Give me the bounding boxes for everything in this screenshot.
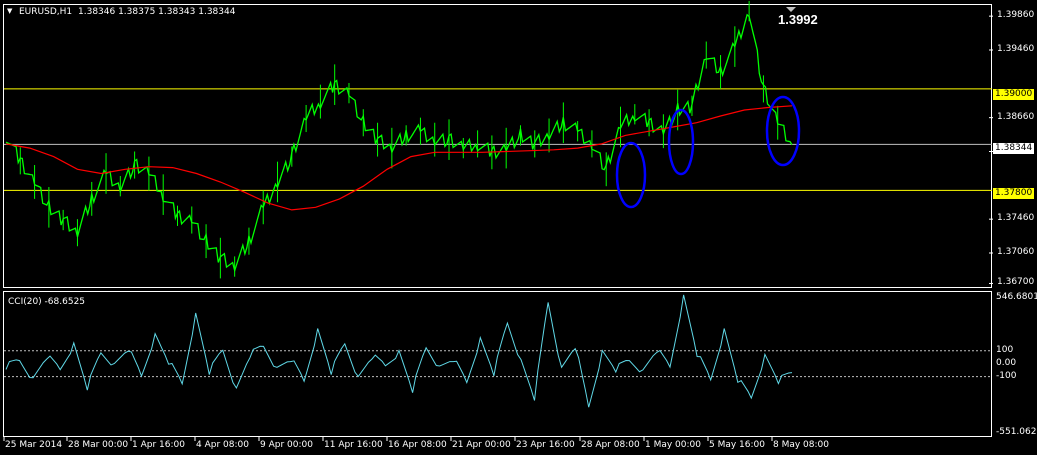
chart-menu-arrow-icon[interactable]: ▼	[7, 7, 12, 15]
time-axis-label: 1 May 00:00	[645, 440, 701, 450]
time-axis-label: 21 Apr 00:00	[452, 440, 511, 450]
time-axis-label: 11 Apr 16:00	[324, 440, 383, 450]
time-axis-label: 28 Apr 08:00	[581, 440, 640, 450]
price-axis-label: 1.38660	[997, 111, 1035, 122]
indicator-axis-label: -100	[996, 370, 1017, 381]
time-axis-label: 16 Apr 08:00	[388, 440, 447, 450]
price-axis-label: 1.39860	[997, 10, 1035, 21]
time-axis-label: 8 May 08:00	[773, 440, 829, 450]
chart-ohlc-values: 1.38346 1.38375 1.38343 1.38344	[78, 7, 236, 17]
indicator-axis-label: -551.0629	[996, 427, 1037, 437]
time-axis-label: 28 Mar 00:00	[68, 440, 129, 450]
hline-upper-tag[interactable]: 1.39000	[993, 89, 1035, 100]
time-axis-label: 4 Apr 08:00	[196, 440, 249, 450]
price-axis-label: 1.37060	[997, 247, 1035, 257]
price-axis-label: 1.36700	[997, 277, 1035, 288]
indicator-axis-label: 546.6801	[996, 292, 1037, 302]
indicator-axis-label: 0.00	[996, 357, 1017, 368]
time-axis-label: 5 May 16:00	[709, 440, 765, 450]
indicator-axis-label: 100	[996, 344, 1014, 355]
time-axis-label: 1 Apr 16:00	[132, 440, 185, 450]
indicator-title: CCI(20) -68.6525	[8, 297, 86, 307]
current-price-tag: 1.38344	[993, 143, 1035, 154]
price-axis-label: 1.39460	[997, 43, 1035, 54]
price-axis-label: 1.37460	[997, 213, 1035, 224]
time-axis-label: 25 Mar 2014	[5, 440, 63, 450]
chart-background	[0, 0, 1037, 455]
chart-window[interactable]: ▼ EURUSD,H1 1.38346 1.38375 1.38343 1.38…	[0, 0, 1037, 455]
chart-canvas[interactable]	[0, 0, 1037, 455]
time-axis-label: 9 Apr 00:00	[260, 440, 313, 450]
chart-symbol-label: EURUSD,H1	[19, 7, 73, 17]
peak-price-label: 1.3992	[778, 12, 818, 27]
hline-lower-tag[interactable]: 1.37800	[993, 188, 1035, 199]
time-axis-label: 23 Apr 16:00	[516, 440, 575, 450]
